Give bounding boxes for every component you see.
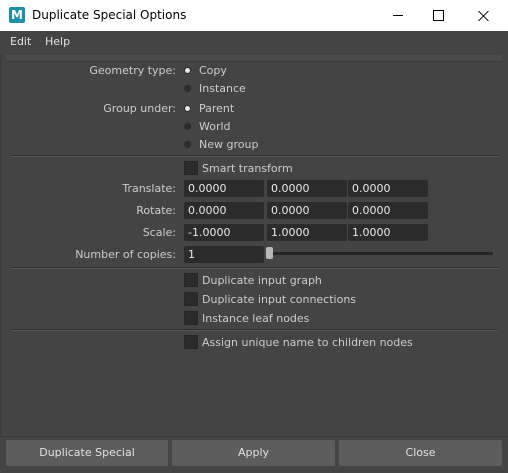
close-button[interactable]: Close bbox=[339, 440, 502, 466]
geometry-instance-label[interactable]: Instance bbox=[199, 82, 246, 95]
rotate-label: Rotate: bbox=[136, 204, 176, 217]
group-new-group-label[interactable]: New group bbox=[199, 138, 258, 151]
scale-y-field[interactable]: 1.0000 bbox=[267, 224, 347, 241]
panel-left-edge bbox=[0, 55, 2, 435]
minimize-button[interactable] bbox=[376, 0, 420, 31]
menu-bar: Edit Help bbox=[0, 31, 508, 53]
close-icon bbox=[478, 10, 490, 22]
scale-label: Scale: bbox=[142, 226, 176, 239]
menu-edit[interactable]: Edit bbox=[10, 35, 31, 48]
instance-leaf-nodes-label[interactable]: Instance leaf nodes bbox=[202, 312, 309, 325]
instance-leaf-nodes-checkbox[interactable] bbox=[184, 311, 198, 325]
translate-label: Translate: bbox=[122, 182, 176, 195]
panel-top-edge bbox=[6, 55, 502, 62]
translate-y-field[interactable]: 0.0000 bbox=[267, 180, 347, 197]
geometry-copy-radio[interactable] bbox=[184, 67, 191, 74]
translate-z-field[interactable]: 0.0000 bbox=[348, 180, 428, 197]
rotate-y-field[interactable]: 0.0000 bbox=[267, 202, 347, 219]
group-new-group-radio[interactable] bbox=[184, 141, 191, 148]
translate-x-field[interactable]: 0.0000 bbox=[184, 180, 264, 197]
maximize-icon bbox=[432, 10, 444, 21]
smart-transform-label[interactable]: Smart transform bbox=[202, 162, 293, 175]
scale-x-field[interactable]: -1.0000 bbox=[184, 224, 264, 241]
separator bbox=[11, 329, 498, 331]
button-bar-divider bbox=[0, 436, 508, 437]
copies-label: Number of copies: bbox=[75, 248, 176, 261]
smart-transform-checkbox[interactable] bbox=[184, 161, 198, 175]
group-world-radio[interactable] bbox=[184, 123, 191, 130]
rotate-x-field[interactable]: 0.0000 bbox=[184, 202, 264, 219]
separator bbox=[11, 155, 498, 157]
unique-name-label[interactable]: Assign unique name to children nodes bbox=[202, 336, 413, 349]
duplicate-input-graph-checkbox[interactable] bbox=[184, 273, 198, 287]
duplicate-input-graph-label[interactable]: Duplicate input graph bbox=[202, 274, 322, 287]
title-bar[interactable]: M Duplicate Special Options bbox=[0, 0, 508, 31]
window-title: Duplicate Special Options bbox=[32, 8, 187, 22]
geometry-copy-label[interactable]: Copy bbox=[199, 64, 227, 77]
group-parent-label[interactable]: Parent bbox=[199, 102, 234, 115]
maximize-button[interactable] bbox=[416, 0, 460, 31]
geometry-type-label: Geometry type: bbox=[89, 64, 176, 77]
group-under-label: Group under: bbox=[103, 102, 176, 115]
duplicate-input-connections-checkbox[interactable] bbox=[184, 292, 198, 306]
separator bbox=[11, 267, 498, 269]
minimize-icon bbox=[393, 15, 403, 16]
group-parent-radio[interactable] bbox=[184, 105, 191, 112]
scale-z-field[interactable]: 1.0000 bbox=[348, 224, 428, 241]
copies-slider-track[interactable] bbox=[268, 252, 493, 255]
copies-field[interactable]: 1 bbox=[184, 246, 264, 263]
duplicate-input-connections-label[interactable]: Duplicate input connections bbox=[202, 293, 356, 306]
duplicate-special-button[interactable]: Duplicate Special bbox=[6, 440, 168, 466]
maya-app-icon: M bbox=[9, 7, 25, 23]
rotate-z-field[interactable]: 0.0000 bbox=[348, 202, 428, 219]
copies-slider-handle[interactable] bbox=[266, 247, 273, 259]
menu-help[interactable]: Help bbox=[45, 35, 70, 48]
apply-button[interactable]: Apply bbox=[172, 440, 335, 466]
group-world-label[interactable]: World bbox=[199, 120, 231, 133]
close-window-button[interactable] bbox=[462, 0, 506, 31]
unique-name-checkbox[interactable] bbox=[184, 335, 198, 349]
geometry-instance-radio[interactable] bbox=[184, 85, 191, 92]
